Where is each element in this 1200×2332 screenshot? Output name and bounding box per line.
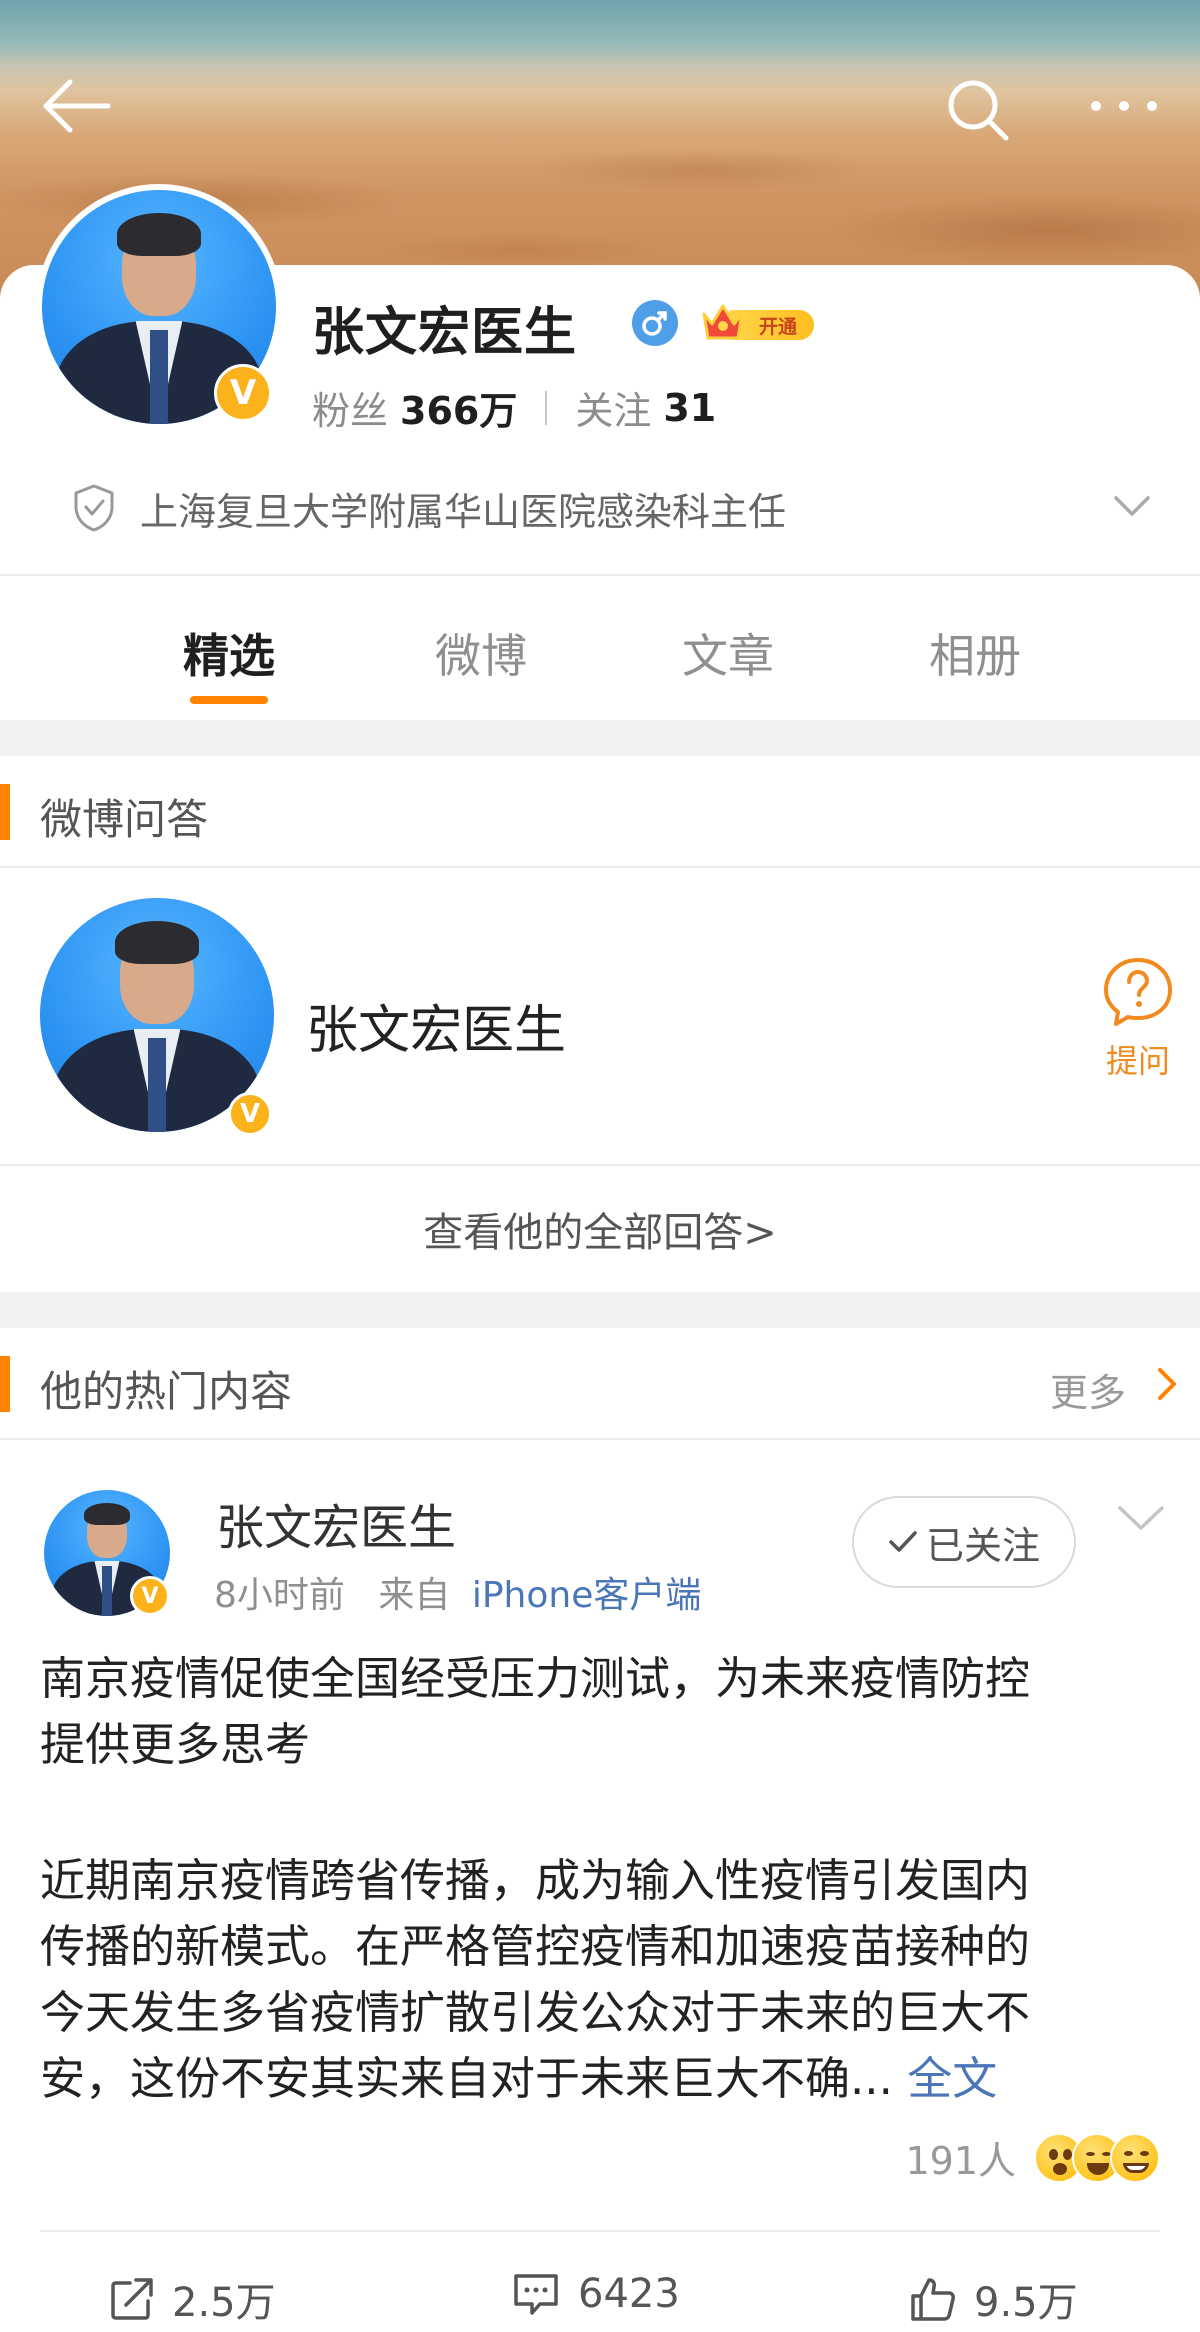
section-gap [0,720,1200,756]
post-source-link[interactable]: iPhone客户端 [472,1575,702,1616]
following-count[interactable]: 31 [663,386,716,430]
profile-name: 张文宏医生 [312,303,578,363]
verified-badge-icon: V [130,1576,170,1616]
stats-separator [545,390,548,425]
followers-label: 粉丝 [312,389,389,433]
verified-badge-icon: V [228,1092,272,1136]
more-options-icon[interactable] [1088,78,1160,138]
like-button[interactable]: 9.5万 [908,2270,1078,2328]
comment-count: 6423 [578,2271,680,2317]
following-button[interactable]: 已关注 [852,1496,1076,1588]
grinning-emoji-icon [1110,2132,1160,2183]
weibo-post: V 张文宏医生 8小时前 来自 iPhone客户端 已关注 南京疫情促使全国经受… [0,1440,1200,2332]
chevron-right-icon[interactable] [1156,1366,1178,1402]
following-button-label: 已关注 [925,1523,1040,1568]
thumbs-up-icon [911,2278,955,2321]
male-gender-icon [632,300,678,350]
following-label: 关注 [575,389,652,433]
tab-articles[interactable]: 文章 [648,620,808,686]
comment-icon [514,2274,558,2315]
post-divider [40,2230,1160,2232]
view-all-answers-link[interactable]: 查看他的全部回答> [0,1166,1200,1292]
post-author-name[interactable]: 张文宏医生 [216,1488,456,1558]
more-link[interactable]: 更多 [1050,1362,1126,1417]
share-icon [111,2278,153,2320]
qa-section-title: 微博问答 [40,795,209,844]
question-bubble-icon [1104,958,1172,1026]
qa-profile-row[interactable]: V 张文宏医生 提问 [0,868,1200,1166]
repost-count: 2.5万 [172,2280,276,2326]
profile-tabs: 精选 微博 文章 相册 [0,578,1200,720]
post-body-line: 安，这份不安其实来自对于未来巨大不确... [40,2052,893,2105]
post-time: 8小时前 [214,1575,345,1616]
tab-active-indicator [190,696,268,704]
back-arrow-icon[interactable] [40,78,112,138]
shield-icon [74,484,114,532]
section-accent-bar [0,784,10,840]
followers-count[interactable]: 366万 [400,380,517,435]
search-icon[interactable] [946,78,1010,146]
reactions-row[interactable]: 191人 [905,2130,1160,2185]
tab-albums[interactable]: 相册 [895,620,1055,686]
certification-text: 上海复旦大学附属华山医院感染科主任 [140,489,787,534]
divider [0,574,1200,576]
tab-weibo[interactable]: 微博 [401,620,561,686]
repost-button[interactable]: 2.5万 [108,2270,276,2328]
tab-featured[interactable]: 精选 [149,620,309,686]
qa-name: 张文宏医生 [306,1001,567,1061]
post-body-line: 传播的新模式。在严格管控疫情和加速疫苗接种的 [40,1920,1031,1973]
section-accent-bar [0,1356,10,1412]
certification-row[interactable]: 上海复旦大学附属华山医院感染科主任 [72,478,1152,538]
profile-page: V 张文宏医生 开通 粉丝 366万 关注 31 上海复旦大学附属华山医院感染科… [0,0,1200,2332]
profile-stats: 粉丝 366万 关注 31 [312,380,716,435]
hot-section-header: 他的热门内容 更多 [0,1328,1200,1440]
post-headline: 南京疫情促使全国经受压力测试，为未来疫情防控 提供更多思考 [40,1646,1170,1778]
post-body-line: 近期南京疫情跨省传播，成为输入性疫情引发国内 [40,1854,1031,1907]
crown-icon [702,304,744,340]
qa-section-header: 微博问答 [0,756,1200,868]
post-headline-line: 南京疫情促使全国经受压力测试，为未来疫情防控 [40,1652,1031,1705]
ask-label: 提问 [1105,1042,1170,1080]
reactions-count: 191人 [905,2139,1016,2183]
hot-section-title: 他的热门内容 [40,1367,293,1416]
vip-open-badge[interactable]: 开通 [700,300,814,344]
chevron-down-icon[interactable] [1116,1504,1166,1534]
full-text-link[interactable]: 全文 [907,2052,997,2105]
post-meta: 8小时前 来自 iPhone客户端 [214,1566,701,1618]
comment-button[interactable]: 6423 [510,2270,680,2318]
like-count: 9.5万 [974,2280,1078,2326]
post-headline-line: 提供更多思考 [40,1718,311,1771]
verified-badge-icon: V [214,364,272,422]
section-gap [0,1292,1200,1328]
post-body-line: 今天发生多省疫情扩散引发公众对于未来的巨大不 [40,1986,1031,2039]
post-body: 近期南京疫情跨省传播，成为输入性疫情引发国内 传播的新模式。在严格管控疫情和加速… [40,1848,1170,2112]
chevron-down-icon[interactable] [1112,494,1152,518]
post-from-label: 来自 [378,1575,451,1616]
ask-question-button[interactable]: 提问 [1098,956,1178,1082]
checkmark-icon [889,1531,917,1552]
